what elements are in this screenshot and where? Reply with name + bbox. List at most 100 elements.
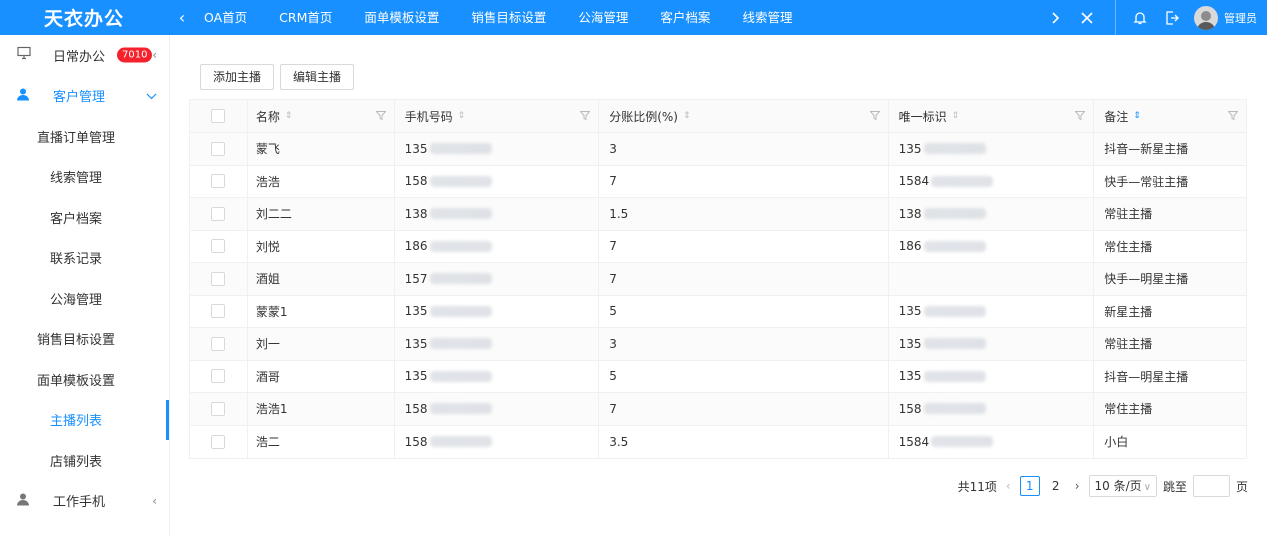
close-icon[interactable] — [1071, 0, 1103, 35]
filter-icon[interactable] — [1227, 109, 1239, 123]
row-checkbox[interactable] — [211, 206, 226, 221]
sidebar: 日常办公 7010 ‹ 客户管理 直播订单管理 线索管理 客户档案 联系记录 公… — [0, 35, 170, 536]
filter-icon[interactable] — [1074, 109, 1086, 123]
row-checkbox[interactable] — [211, 401, 226, 416]
sidebar-item-streamer-list[interactable]: 主播列表 — [0, 399, 169, 441]
table-row[interactable]: 浩浩1 158 7 158 常住主播 — [190, 393, 1246, 426]
column-header-uid[interactable]: 唯一标识 ⇕ — [889, 100, 1095, 132]
nav-tab-waybill-template[interactable]: 面单模板设置 — [348, 0, 455, 35]
cell-text: 135 — [898, 336, 922, 351]
table-row[interactable]: 刘一 135 3 135 常驻主播 — [190, 328, 1246, 361]
cell-text: 快手—明星主播 — [1104, 272, 1189, 287]
filter-icon[interactable] — [579, 109, 591, 123]
nav-next-icon[interactable] — [1039, 0, 1071, 35]
sidebar-item-label: 客户档案 — [50, 211, 103, 227]
sidebar-item-live-orders[interactable]: 直播订单管理 — [0, 116, 169, 157]
edit-streamer-button[interactable]: 编辑主播 — [280, 64, 355, 90]
filter-icon[interactable] — [375, 109, 387, 123]
cell-text: 蒙飞 — [255, 142, 280, 157]
page-button[interactable]: 1 — [1019, 476, 1040, 496]
cell-text: 5 — [609, 304, 617, 319]
bell-icon[interactable] — [1124, 0, 1156, 35]
cell-note: 快手—常驻主播 — [1094, 166, 1246, 198]
user-icon — [17, 87, 29, 104]
table-row[interactable]: 酒哥 135 5 135 抖音—明星主播 — [190, 360, 1246, 393]
table-body: 蒙飞 135 3 135 抖音—新星主播 浩浩 158 7 1584 快手—常驻… — [190, 133, 1246, 458]
admin-name[interactable]: 管理员 — [1224, 10, 1257, 26]
cell-uid: 135 — [889, 295, 1095, 327]
select-all-checkbox[interactable] — [211, 109, 226, 123]
row-checkbox[interactable] — [211, 336, 226, 351]
redacted-blur — [429, 338, 492, 350]
cell-text: 抖音—新星主播 — [1104, 142, 1189, 157]
cell-text: 3 — [609, 336, 617, 351]
column-header-ratio[interactable]: 分账比例(%) ⇕ — [599, 100, 889, 132]
avatar[interactable] — [1194, 5, 1218, 30]
row-checkbox[interactable] — [211, 304, 226, 319]
table-row[interactable]: 刘二二 138 1.5 138 常驻主播 — [190, 198, 1246, 231]
row-checkbox[interactable] — [211, 141, 226, 156]
redacted-blur — [429, 273, 492, 285]
sidebar-item-waybill-template[interactable]: 面单模板设置 — [0, 359, 169, 400]
sidebar-item-customer-files[interactable]: 客户档案 — [0, 197, 169, 238]
cell-uid: 135 — [889, 360, 1095, 392]
table-row[interactable]: 浩二 158 3.5 1584 小白 — [190, 425, 1246, 458]
row-checkbox[interactable] — [211, 239, 226, 254]
filter-icon[interactable] — [869, 109, 881, 123]
next-page-icon[interactable]: › — [1072, 479, 1083, 493]
cell-uid: 135 — [889, 133, 1095, 165]
nav-tab-public-pool[interactable]: 公海管理 — [562, 0, 644, 35]
row-checkbox[interactable] — [211, 369, 226, 384]
row-checkbox[interactable] — [211, 271, 226, 286]
sidebar-item-customer-management[interactable]: 客户管理 — [0, 76, 169, 117]
sidebar-item-leads[interactable]: 线索管理 — [0, 157, 169, 198]
user-icon — [17, 492, 29, 509]
sort-icon[interactable]: ⇕ — [285, 111, 293, 121]
nav-tab-crm-home[interactable]: CRM首页 — [263, 0, 348, 35]
page-size-select[interactable]: 10 条/页 ∨ — [1088, 475, 1157, 497]
sort-icon[interactable]: ⇕ — [683, 111, 691, 121]
row-select-cell — [190, 230, 248, 262]
cell-text: 浩二 — [255, 435, 280, 450]
sidebar-item-shop-list[interactable]: 店铺列表 — [0, 440, 169, 481]
column-header-label: 手机号码 — [404, 109, 453, 124]
chevron-left-icon: ‹ — [152, 493, 157, 508]
sort-icon[interactable]: ⇕ — [952, 111, 960, 121]
row-select-cell — [190, 133, 248, 165]
logout-icon[interactable] — [1156, 0, 1188, 35]
cell-text: 157 — [404, 271, 428, 286]
sidebar-item-sales-target[interactable]: 销售目标设置 — [0, 319, 169, 360]
column-header-note[interactable]: 备注 ⇕ — [1094, 100, 1246, 132]
sidebar-item-daily-office[interactable]: 日常办公 7010 ‹ — [0, 35, 169, 76]
row-checkbox[interactable] — [211, 434, 226, 449]
table-row[interactable]: 刘悦 186 7 186 常住主播 — [190, 230, 1246, 263]
sort-icon[interactable]: ⇕ — [1133, 111, 1141, 121]
table-row[interactable]: 蒙蒙1 135 5 135 新星主播 — [190, 295, 1246, 328]
nav-tab-sales-target[interactable]: 销售目标设置 — [455, 0, 562, 35]
jump-page-input[interactable] — [1192, 475, 1230, 497]
table-row[interactable]: 蒙飞 135 3 135 抖音—新星主播 — [190, 133, 1246, 166]
column-header-phone[interactable]: 手机号码 ⇕ — [395, 100, 600, 132]
add-streamer-button[interactable]: 添加主播 — [200, 64, 275, 90]
cell-text: 常住主播 — [1104, 239, 1153, 254]
cell-name: 酒哥 — [248, 360, 395, 392]
nav-tab-leads[interactable]: 线索管理 — [726, 0, 808, 35]
sort-icon[interactable]: ⇕ — [458, 111, 466, 121]
nav-tab-customer-files[interactable]: 客户档案 — [644, 0, 726, 35]
table-row[interactable]: 浩浩 158 7 1584 快手—常驻主播 — [190, 165, 1246, 198]
cell-uid — [889, 263, 1095, 295]
sidebar-item-public-pool[interactable]: 公海管理 — [0, 278, 169, 319]
nav-prev-icon[interactable]: ‹ — [168, 8, 196, 27]
sidebar-item-label: 客户管理 — [53, 90, 106, 106]
page-button[interactable]: 2 — [1046, 476, 1066, 496]
table-row[interactable]: 酒姐 157 7 快手—明星主播 — [190, 263, 1246, 296]
prev-page-icon[interactable]: ‹ — [1003, 479, 1014, 493]
cell-text: 7 — [609, 271, 617, 286]
nav-tab-oa-home[interactable]: OA首页 — [196, 0, 263, 35]
sidebar-item-work-phone[interactable]: 工作手机 ‹ — [0, 481, 169, 522]
cell-text: 135 — [898, 141, 922, 156]
cell-phone: 158 — [395, 393, 600, 425]
row-checkbox[interactable] — [211, 174, 226, 189]
column-header-name[interactable]: 名称 ⇕ — [248, 100, 395, 132]
sidebar-item-contact-records[interactable]: 联系记录 — [0, 238, 169, 279]
